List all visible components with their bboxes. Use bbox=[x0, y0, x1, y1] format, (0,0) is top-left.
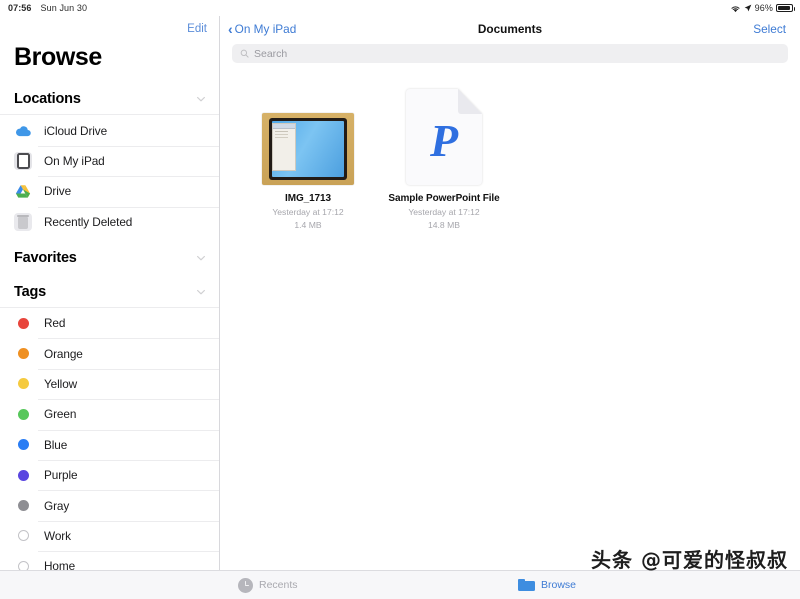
sidebar-item-icloud-drive[interactable]: iCloud Drive bbox=[0, 115, 219, 145]
file-size: 14.8 MB bbox=[427, 219, 460, 230]
file-name: Sample PowerPoint File bbox=[388, 193, 500, 204]
sidebar-item-recently-deleted[interactable]: Recently Deleted bbox=[0, 206, 219, 237]
section-header-locations[interactable]: Locations bbox=[0, 84, 219, 114]
files-app-window: 07:56 Sun Jun 30 96% Edit Browse Locatio… bbox=[0, 0, 800, 599]
sidebar-item-label: Green bbox=[44, 407, 77, 422]
search-placeholder: Search bbox=[254, 47, 288, 60]
file-thumbnail[interactable] bbox=[262, 81, 354, 185]
tag-dot-icon bbox=[14, 405, 32, 423]
sidebar-item-tag-blue[interactable]: Blue bbox=[0, 429, 219, 460]
sidebar-item-tag-orange[interactable]: Orange bbox=[0, 338, 219, 368]
split-view: Edit Browse Locations iCloud Drive On My… bbox=[0, 16, 800, 570]
section-list-tags: Red Orange Yellow Green Blue Purple Gray… bbox=[0, 306, 219, 570]
search-bar-container: Search bbox=[220, 42, 800, 71]
sidebar-item-tag-red[interactable]: Red bbox=[0, 308, 219, 338]
tab-browse[interactable]: Browse bbox=[518, 578, 577, 592]
file-item[interactable]: IMG_1713 Yesterday at 17:12 1.4 MB bbox=[240, 77, 376, 231]
detail-pane: ‹ On My iPad Documents Select Search IMG… bbox=[220, 16, 800, 570]
sidebar-item-label: On My iPad bbox=[44, 153, 105, 168]
battery-percent: 96% bbox=[754, 3, 773, 13]
file-name: IMG_1713 bbox=[285, 193, 331, 204]
sidebar-item-tag-work[interactable]: Work bbox=[0, 520, 219, 551]
sidebar-item-tag-purple[interactable]: Purple bbox=[0, 459, 219, 490]
navigation-bar: ‹ On My iPad Documents Select bbox=[220, 16, 800, 42]
file-size: 1.4 MB bbox=[294, 219, 322, 230]
tag-dot-icon bbox=[14, 375, 32, 393]
ipad-icon bbox=[14, 151, 32, 170]
chevron-down-icon[interactable] bbox=[195, 286, 207, 298]
edit-button[interactable]: Edit bbox=[187, 23, 207, 35]
sidebar-item-drive[interactable]: Drive bbox=[0, 176, 219, 206]
select-button[interactable]: Select bbox=[753, 22, 786, 36]
file-modified: Yesterday at 17:12 bbox=[272, 207, 344, 217]
status-bar-right: 96% bbox=[730, 3, 795, 13]
clock-icon bbox=[238, 577, 253, 593]
sidebar-item-label: Work bbox=[44, 528, 71, 543]
search-input[interactable]: Search bbox=[232, 44, 788, 63]
tag-dot-outline-icon bbox=[14, 527, 32, 545]
file-item[interactable]: P Sample PowerPoint File Yesterday at 17… bbox=[376, 77, 512, 231]
sidebar-item-label: Recently Deleted bbox=[44, 214, 133, 229]
tab-recents[interactable]: Recents bbox=[238, 577, 298, 593]
file-grid: IMG_1713 Yesterday at 17:12 1.4 MB P Sam… bbox=[220, 71, 800, 570]
watermark: 头条 @可爱的怪叔叔 bbox=[591, 548, 788, 572]
file-thumbnail[interactable]: P bbox=[406, 81, 482, 185]
section-title: Locations bbox=[14, 91, 81, 108]
sidebar-item-label: iCloud Drive bbox=[44, 123, 108, 138]
sidebar: Edit Browse Locations iCloud Drive On My… bbox=[0, 16, 220, 570]
folder-icon bbox=[518, 578, 535, 592]
sidebar-item-label: Orange bbox=[44, 346, 83, 361]
sidebar-item-label: Home bbox=[44, 559, 76, 570]
tag-dot-icon bbox=[14, 314, 32, 332]
chevron-down-icon[interactable] bbox=[195, 93, 207, 105]
tab-recents-label: Recents bbox=[259, 579, 298, 591]
sidebar-item-label: Gray bbox=[44, 498, 70, 513]
sidebar-item-label: Red bbox=[44, 316, 66, 331]
tag-dot-icon bbox=[14, 436, 32, 454]
status-bar-left: 07:56 Sun Jun 30 bbox=[8, 3, 87, 13]
sidebar-item-label: Purple bbox=[44, 468, 78, 483]
sidebar-item-label: Blue bbox=[44, 437, 68, 452]
sidebar-title: Browse bbox=[14, 43, 102, 72]
tag-dot-icon bbox=[14, 345, 32, 363]
sidebar-item-label: Drive bbox=[44, 184, 72, 199]
section-title: Tags bbox=[14, 283, 46, 300]
sidebar-item-tag-home[interactable]: Home bbox=[0, 551, 219, 570]
page-title: Documents bbox=[477, 22, 543, 36]
back-button[interactable]: ‹ On My iPad bbox=[228, 20, 297, 37]
tab-bar: Recents Browse bbox=[0, 570, 800, 599]
sidebar-scroll[interactable]: Locations iCloud Drive On My iPad Drive … bbox=[0, 84, 219, 570]
tab-browse-label: Browse bbox=[541, 579, 577, 591]
trash-icon bbox=[14, 212, 32, 231]
search-icon bbox=[240, 49, 249, 58]
icloud-drive-icon bbox=[14, 122, 32, 140]
file-modified: Yesterday at 17:12 bbox=[408, 207, 480, 217]
back-button-label: On My iPad bbox=[234, 22, 297, 36]
sidebar-item-on-my-ipad[interactable]: On My iPad bbox=[0, 145, 219, 176]
tag-dot-icon bbox=[14, 497, 32, 515]
tag-dot-icon bbox=[14, 466, 32, 484]
chevron-down-icon[interactable] bbox=[195, 252, 207, 264]
wifi-icon bbox=[731, 5, 740, 12]
google-drive-icon bbox=[14, 182, 32, 200]
status-bar: 07:56 Sun Jun 30 96% bbox=[0, 0, 800, 16]
sidebar-item-label: Yellow bbox=[44, 376, 78, 391]
powerpoint-document-icon: P bbox=[406, 89, 482, 185]
sidebar-item-tag-gray[interactable]: Gray bbox=[0, 490, 219, 520]
chevron-left-icon: ‹ bbox=[228, 20, 233, 37]
sidebar-edit-row: Edit bbox=[0, 16, 219, 41]
battery-icon bbox=[776, 4, 795, 12]
section-list-locations: iCloud Drive On My iPad Drive Recently D… bbox=[0, 114, 219, 237]
status-date: Sun Jun 30 bbox=[40, 3, 88, 13]
sidebar-item-tag-yellow[interactable]: Yellow bbox=[0, 368, 219, 399]
section-header-favorites[interactable]: Favorites bbox=[0, 237, 219, 273]
tag-dot-outline-icon bbox=[14, 557, 32, 570]
location-arrow-icon bbox=[744, 4, 752, 12]
status-time: 07:56 bbox=[8, 3, 32, 13]
section-title: Favorites bbox=[14, 249, 77, 266]
section-header-tags[interactable]: Tags bbox=[0, 273, 219, 307]
photo-thumbnail bbox=[262, 113, 354, 185]
sidebar-item-tag-green[interactable]: Green bbox=[0, 399, 219, 429]
